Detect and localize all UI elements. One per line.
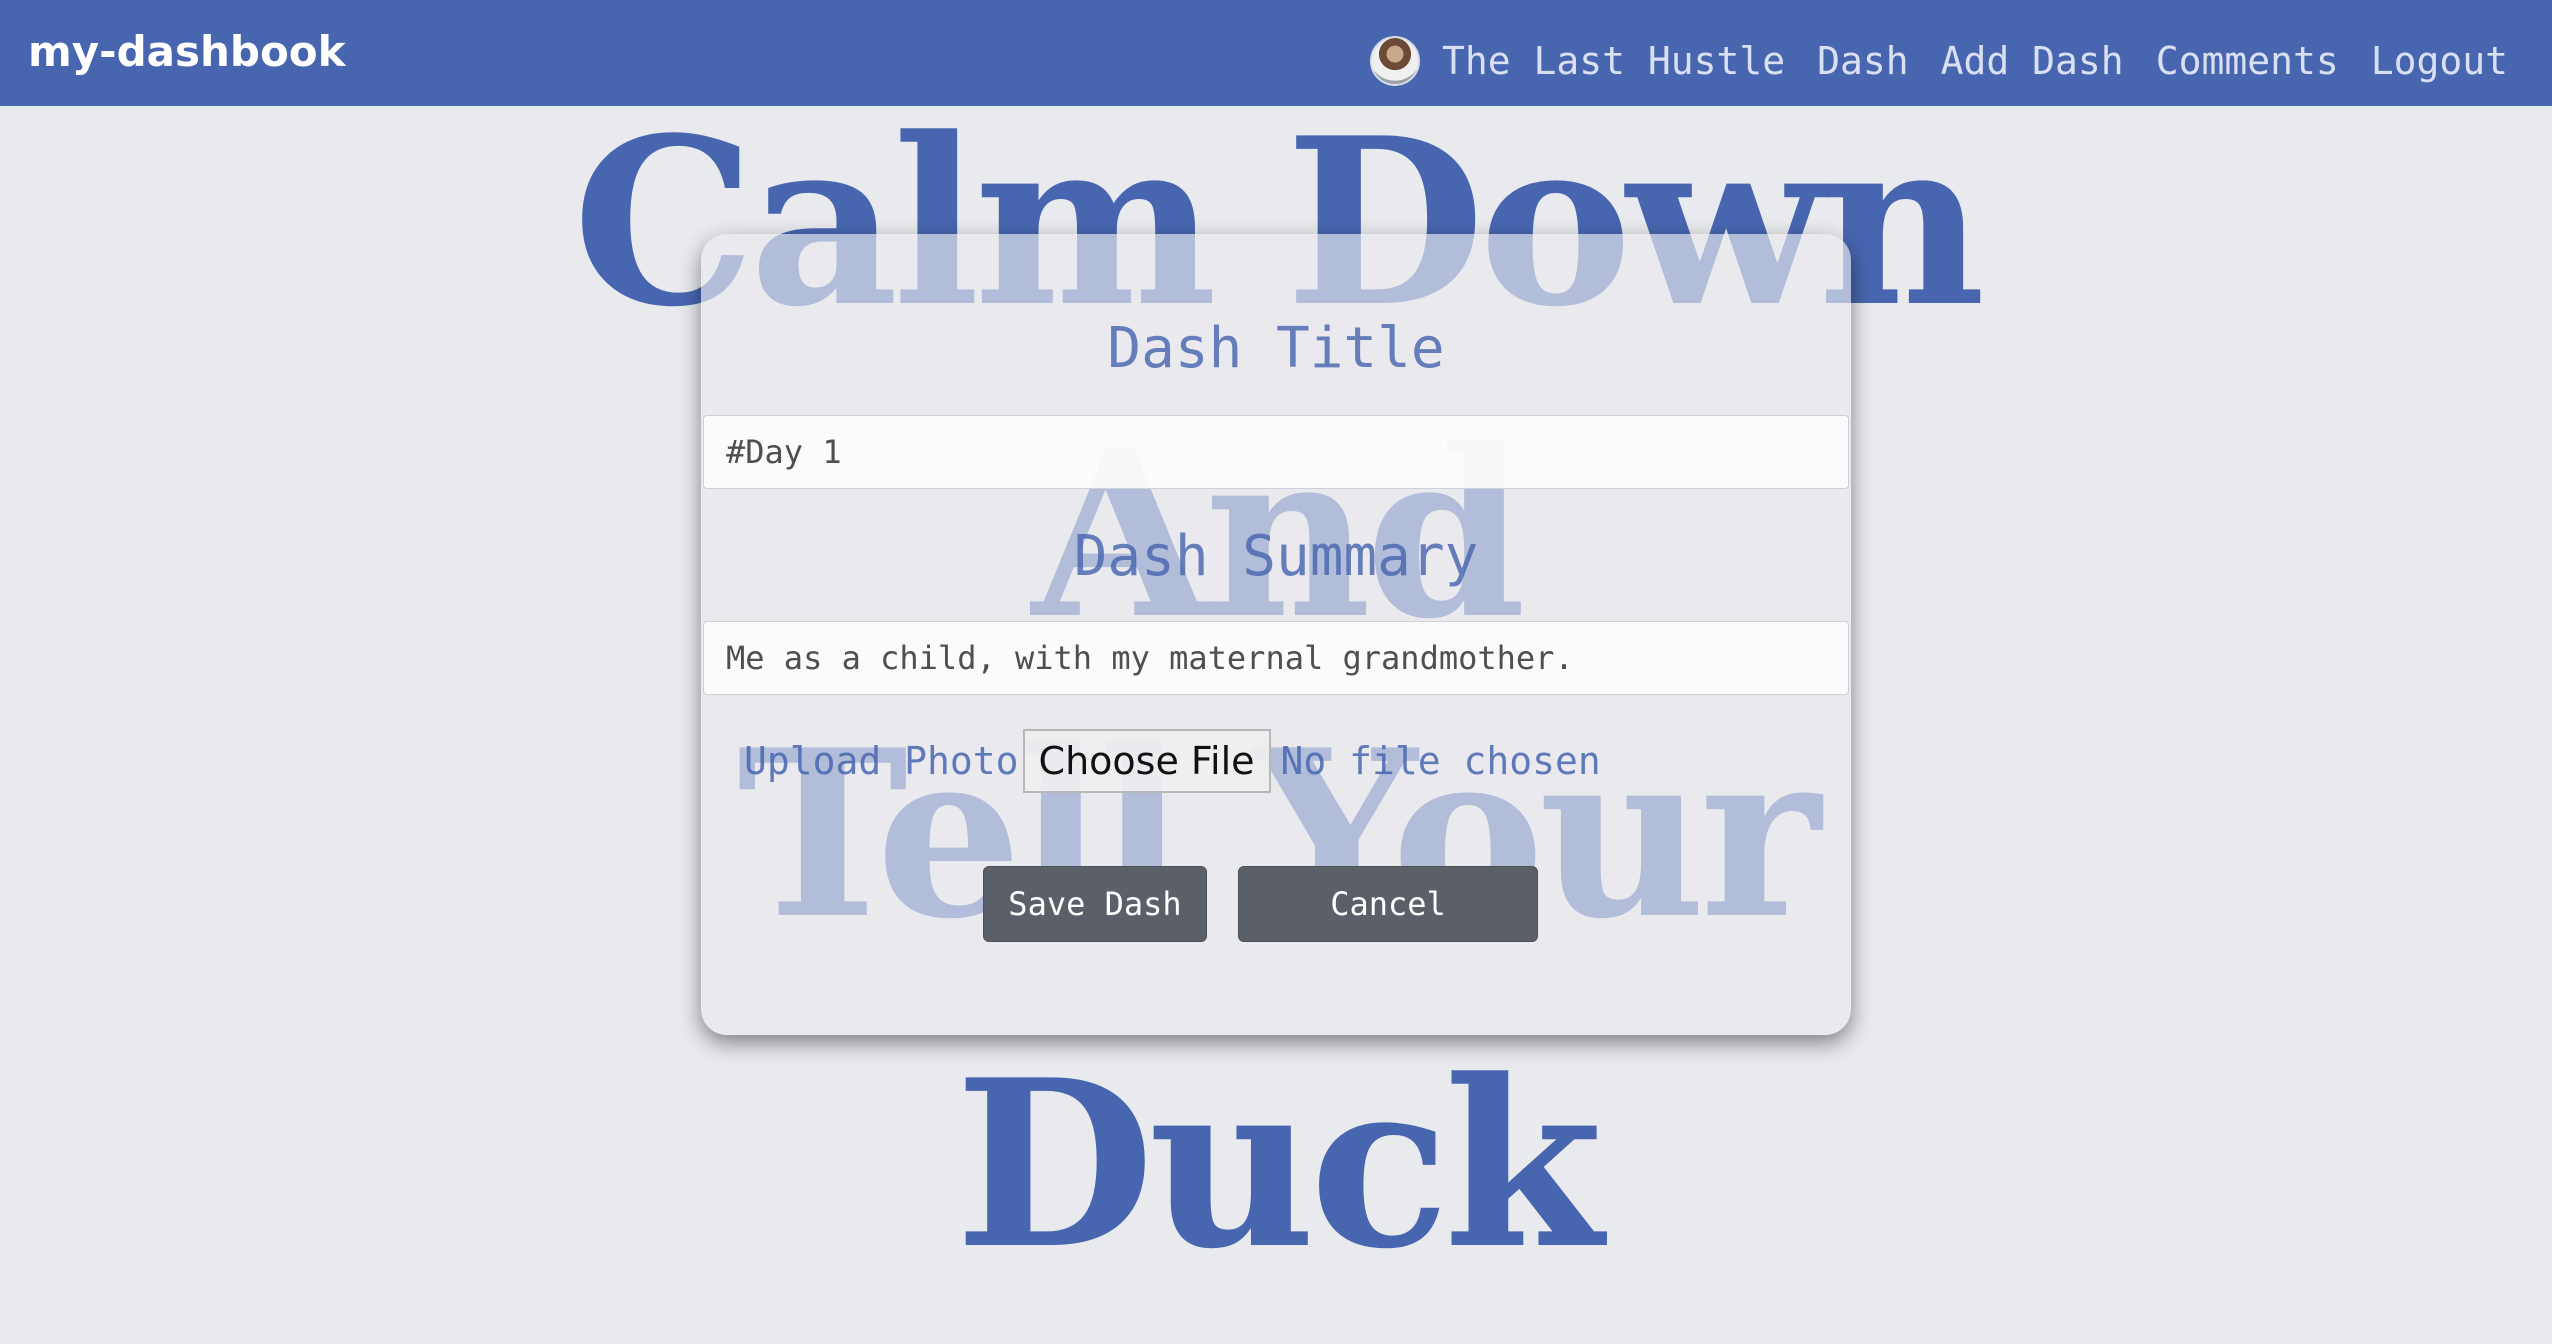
- add-dash-form-card: Dash Title Dash Summary Upload Photo Cho…: [701, 234, 1851, 1035]
- dash-title-input[interactable]: [703, 415, 1849, 489]
- nav-links: The Last Hustle Dash Add Dash Comments L…: [1369, 30, 2508, 92]
- choose-file-button[interactable]: Choose File: [1022, 729, 1271, 793]
- nav-link-add-dash[interactable]: Add Dash: [1941, 30, 2124, 92]
- dash-summary-input[interactable]: [703, 621, 1849, 695]
- cancel-button[interactable]: Cancel: [1238, 866, 1538, 942]
- nav-link-comments[interactable]: Comments: [2156, 30, 2339, 92]
- dash-title-heading: Dash Title: [1107, 316, 1445, 381]
- nav-link-dash[interactable]: Dash: [1817, 30, 1909, 92]
- upload-photo-label: Upload Photo: [744, 739, 1019, 783]
- dash-summary-heading: Dash Summary: [1073, 524, 1479, 589]
- save-dash-button[interactable]: Save Dash: [983, 866, 1207, 942]
- brand-link[interactable]: my-dashbook: [28, 24, 346, 80]
- avatar[interactable]: [1369, 36, 1420, 86]
- nav-link-logout[interactable]: Logout: [2371, 30, 2508, 92]
- upload-photo-row: Upload Photo Choose File No file chosen: [744, 728, 1601, 794]
- background-word-4: Duck: [954, 1030, 1603, 1300]
- nav-link-profile[interactable]: The Last Hustle: [1442, 30, 1785, 92]
- file-status-text: No file chosen: [1280, 739, 1601, 783]
